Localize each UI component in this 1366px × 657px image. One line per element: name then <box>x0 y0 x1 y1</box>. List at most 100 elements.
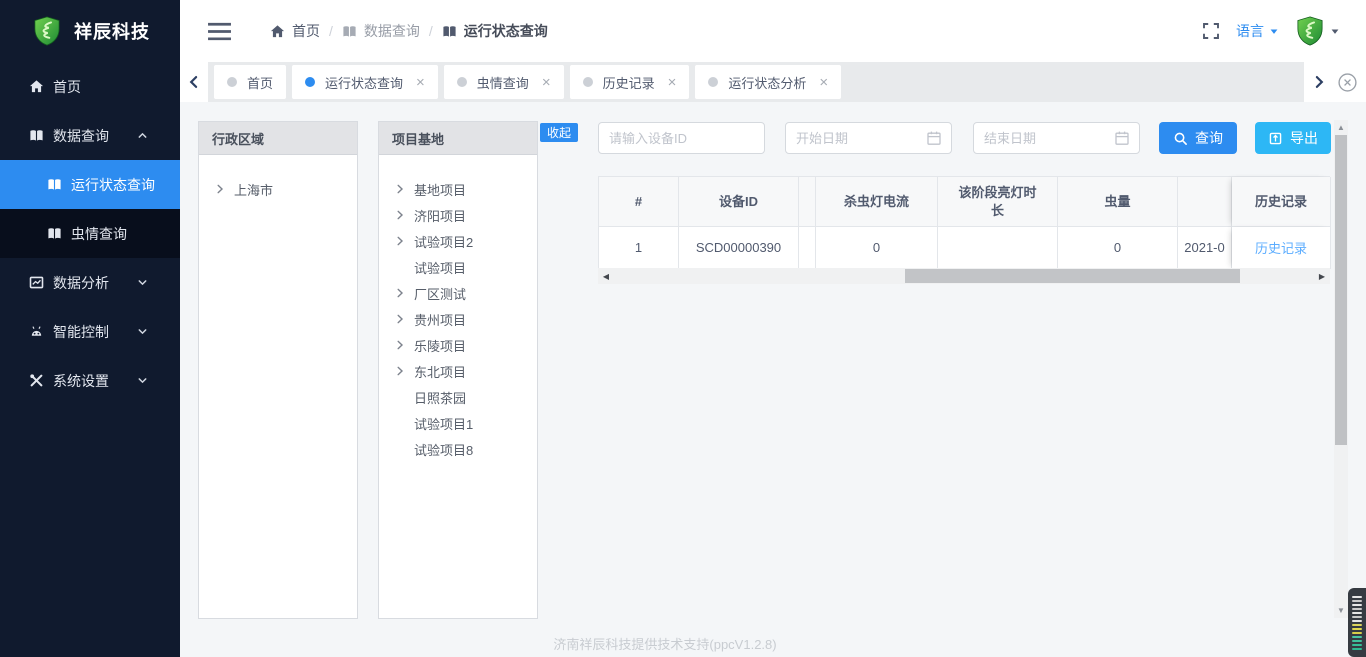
sidebar-item-home[interactable]: 首页 <box>0 62 180 111</box>
sidebar-item-label: 运行状态查询 <box>71 175 155 195</box>
tree-item[interactable]: 济阳项目 <box>379 202 537 228</box>
tree-item[interactable]: 乐陵项目 <box>379 332 537 358</box>
tab-status-dot <box>457 77 467 87</box>
export-button[interactable]: 导出 <box>1255 122 1331 154</box>
tabs-scroll-right-button[interactable] <box>1312 75 1326 89</box>
vscroll-thumb[interactable] <box>1335 135 1347 445</box>
start-date-input[interactable] <box>785 122 952 154</box>
widget-stripe <box>1352 612 1362 614</box>
tree-item[interactable]: 上海市 <box>199 176 357 202</box>
hscroll-right-arrow-icon[interactable]: ▶ <box>1315 268 1329 284</box>
book-icon <box>28 128 44 144</box>
content: 行政区域上海市项目基地基地项目济阳项目试验项目2试验项目厂区测试贵州项目乐陵项目… <box>180 102 1366 657</box>
breadcrumb-separator: / <box>429 23 433 39</box>
tab-run-status-query[interactable]: 运行状态查询× <box>292 65 438 99</box>
breadcrumb-item-data-query[interactable]: 数据查询 <box>342 21 420 41</box>
sidebar: 祥辰科技 首页数据查询运行状态查询虫情查询数据分析智能控制系统设置 <box>0 0 180 657</box>
tab-close-icon[interactable]: × <box>819 75 828 90</box>
close-all-tabs-button[interactable] <box>1337 72 1358 93</box>
table-cell <box>938 227 1058 269</box>
chevron-right-icon <box>214 183 226 195</box>
tree-admin-region: 上海市 <box>199 155 357 202</box>
sidebar-submenu: 运行状态查询虫情查询 <box>0 160 180 258</box>
tree-item[interactable]: 试验项目1 <box>379 410 537 436</box>
content-vertical-scrollbar[interactable]: ▲ ▼ <box>1334 120 1348 618</box>
vscroll-up-arrow-icon[interactable]: ▲ <box>1334 123 1348 132</box>
tree-item-label: 基地项目 <box>414 180 466 199</box>
tab-strip-controls <box>1304 62 1366 102</box>
sidebar-item-label: 数据查询 <box>53 126 109 146</box>
caret-down-icon <box>1269 27 1279 36</box>
sidebar-toggle-button[interactable] <box>207 22 232 41</box>
export-icon <box>1268 131 1283 146</box>
breadcrumb-item-run-status-query[interactable]: 运行状态查询 <box>442 21 548 41</box>
tab-label: 历史记录 <box>603 73 655 92</box>
tree-item[interactable]: 东北项目 <box>379 358 537 384</box>
book-icon <box>46 177 62 193</box>
topbar: 首页/数据查询/运行状态查询 语言 <box>180 0 1366 62</box>
hscroll-thumb[interactable] <box>905 269 1240 283</box>
sidebar-item-smart-control[interactable]: 智能控制 <box>0 307 180 356</box>
tools-icon <box>28 373 44 389</box>
breadcrumb: 首页/数据查询/运行状态查询 <box>270 21 548 41</box>
tree-item[interactable]: 基地项目 <box>379 176 537 202</box>
tabs-scroll-left-button[interactable] <box>180 62 208 102</box>
sidebar-item-label: 系统设置 <box>53 371 109 391</box>
widget-stripe <box>1352 608 1362 610</box>
tab-label: 首页 <box>247 73 273 92</box>
tab-insect-query[interactable]: 虫情查询× <box>444 65 564 99</box>
collapse-panel-button[interactable]: 收起 <box>540 123 578 142</box>
sidebar-item-data-analysis[interactable]: 数据分析 <box>0 258 180 307</box>
tab-history[interactable]: 历史记录 × <box>570 65 690 99</box>
hscroll-left-arrow-icon[interactable]: ◀ <box>599 268 613 284</box>
chevron-down-icon <box>134 373 150 389</box>
table-header-row: #设备ID杀虫灯电流该阶段亮灯时长虫量历史记录 <box>599 177 1330 227</box>
caret-down-icon <box>1330 27 1340 36</box>
tab-close-icon[interactable]: × <box>542 75 551 90</box>
device-id-input[interactable] <box>598 122 765 154</box>
tree-item[interactable]: 试验项目2 <box>379 228 537 254</box>
book-icon <box>342 24 357 39</box>
tree-item[interactable]: 试验项目8 <box>379 436 537 462</box>
chevron-up-icon <box>134 128 150 144</box>
tab-strip: 首页运行状态查询×虫情查询×历史记录×运行状态分析× <box>180 62 1366 102</box>
sidebar-item-insect-query[interactable]: 虫情查询 <box>0 209 180 258</box>
user-avatar-menu[interactable] <box>1295 16 1340 46</box>
main-area: 首页/数据查询/运行状态查询 语言 首页运行状态查询×虫情查询×历史记录×运行状… <box>180 0 1366 657</box>
widget-stripe <box>1352 628 1362 630</box>
chart-icon <box>28 275 44 291</box>
sidebar-item-data-query[interactable]: 数据查询 <box>0 111 180 160</box>
tree-item-label: 试验项目8 <box>414 440 473 459</box>
breadcrumb-item-home[interactable]: 首页 <box>270 21 320 41</box>
language-dropdown[interactable]: 语言 <box>1236 21 1279 41</box>
vscroll-down-arrow-icon[interactable]: ▼ <box>1334 606 1348 615</box>
table-cell: 0 <box>1058 227 1178 269</box>
widget-stripe <box>1352 616 1362 618</box>
sidebar-item-system-settings[interactable]: 系统设置 <box>0 356 180 405</box>
history-record-link[interactable]: 历史记录 <box>1232 227 1331 269</box>
tree-item[interactable]: 日照茶园 <box>379 384 537 410</box>
tree-item-label: 试验项目2 <box>414 232 473 251</box>
table-header-cell: 杀虫灯电流 <box>816 177 938 227</box>
tree-item[interactable]: 贵州项目 <box>379 306 537 332</box>
avatar-shield-icon <box>1295 16 1325 46</box>
tab-home[interactable]: 首页 <box>214 65 286 99</box>
tree-item[interactable]: 试验项目 <box>379 254 537 280</box>
tab-close-icon[interactable]: × <box>416 75 425 90</box>
tree-item[interactable]: 厂区测试 <box>379 280 537 306</box>
tab-status-dot <box>583 77 593 87</box>
table-horizontal-scrollbar[interactable]: ◀ ▶ <box>598 268 1330 284</box>
sidebar-item-label: 智能控制 <box>53 322 109 342</box>
end-date-input[interactable] <box>973 122 1140 154</box>
fullscreen-button[interactable] <box>1202 22 1220 40</box>
sidebar-item-run-status-query[interactable]: 运行状态查询 <box>0 160 180 209</box>
panel-admin-region: 行政区域上海市 <box>198 121 358 619</box>
chevron-right-icon <box>394 365 406 377</box>
tab-close-icon[interactable]: × <box>668 75 677 90</box>
widget-stripe <box>1352 644 1362 646</box>
table-row: 1SCD00000390002021-0历史记录 <box>599 227 1330 269</box>
chevron-right-icon <box>394 183 406 195</box>
search-button[interactable]: 查询 <box>1159 122 1237 154</box>
chevron-down-icon <box>134 275 150 291</box>
tab-run-status-analysis[interactable]: 运行状态分析× <box>695 65 841 99</box>
